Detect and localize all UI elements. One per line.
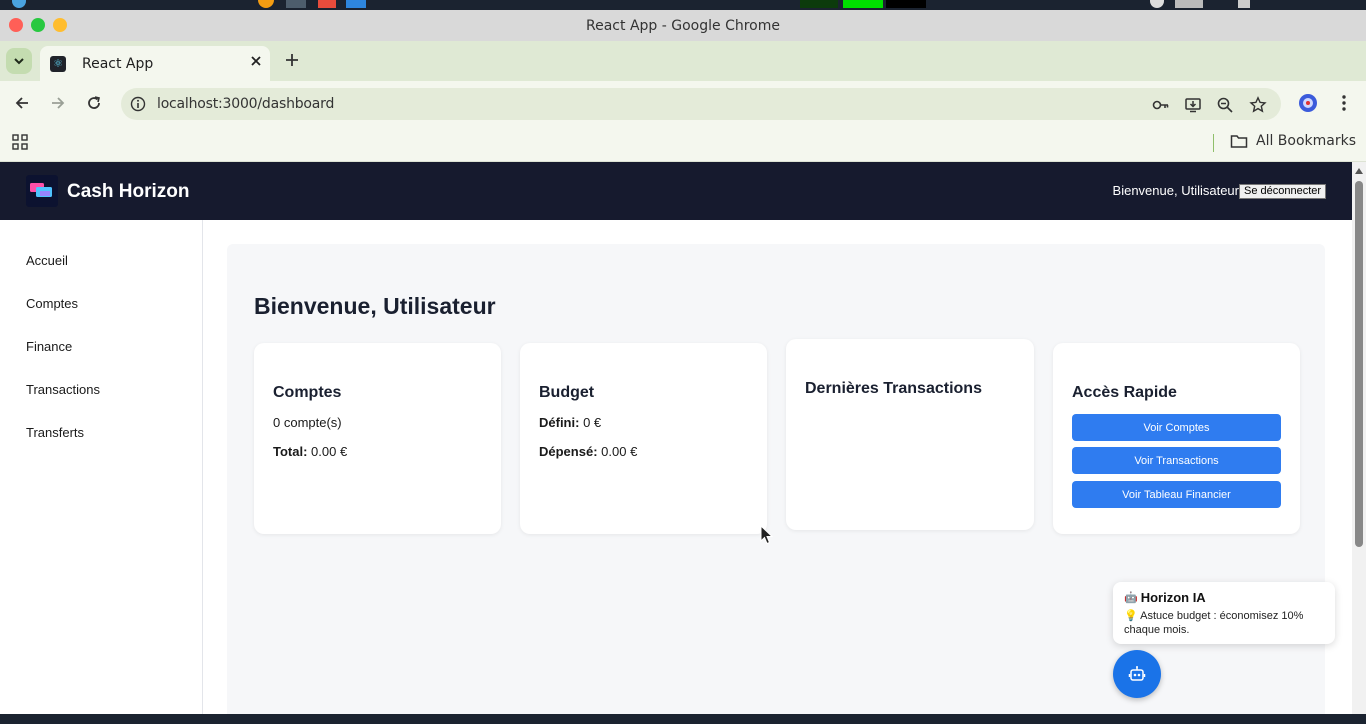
budget-spent: Dépensé: 0.00 €: [539, 444, 637, 459]
tab-react-app[interactable]: ⚛ React App: [40, 46, 270, 81]
sidebar: Accueil Comptes Finance Transactions Tra…: [0, 220, 203, 714]
scroll-up-arrow-icon[interactable]: [1355, 168, 1363, 174]
budget-defined: Défini: 0 €: [539, 415, 601, 430]
sidebar-item-comptes[interactable]: Comptes: [26, 296, 78, 311]
all-bookmarks-label: All Bookmarks: [1256, 133, 1357, 149]
zoom-icon[interactable]: [1216, 96, 1234, 114]
accounts-total-value: 0.00 €: [311, 444, 348, 459]
accounts-card-title: Comptes: [273, 384, 342, 401]
budget-card: Budget Défini: 0 € Dépensé: 0.00 €: [520, 343, 767, 534]
sidebar-item-transactions[interactable]: Transactions: [26, 382, 100, 397]
reload-icon: [88, 96, 100, 109]
os-top-panel: [0, 0, 1366, 10]
assistant-title-text: Horizon IA: [1140, 590, 1206, 605]
os-vscode-icon[interactable]: [346, 0, 366, 8]
window-title: React App - Google Chrome: [586, 18, 780, 34]
os-firefox-icon[interactable]: [258, 0, 274, 8]
budget-defined-value: 0 €: [583, 415, 602, 430]
battery-icon[interactable]: [1238, 0, 1250, 8]
quick-access-card: Accès Rapide Voir Comptes Voir Transacti…: [1053, 343, 1300, 534]
quick-access-title: Accès Rapide: [1072, 384, 1177, 401]
recent-transactions-card: Dernières Transactions: [786, 339, 1034, 530]
site-info-icon[interactable]: [130, 96, 146, 112]
page-scrollbar[interactable]: [1352, 162, 1366, 714]
view-accounts-button[interactable]: Voir Comptes: [1072, 414, 1281, 441]
budget-spent-label: Dépensé:: [539, 444, 598, 459]
all-bookmarks-button[interactable]: All Bookmarks: [1230, 133, 1356, 149]
assistant-title: 🤖 Horizon IA: [1124, 590, 1206, 605]
cash-horizon-logo[interactable]: [26, 175, 58, 207]
mem-graph-icon: [843, 0, 883, 8]
chevron-down-icon: [14, 58, 24, 65]
browser-toolbar: localhost:3000/dashboard: [0, 81, 1366, 126]
plus-icon: [286, 54, 298, 66]
view-financial-dashboard-button[interactable]: Voir Tableau Financier: [1072, 481, 1281, 508]
sidebar-item-accueil[interactable]: Accueil: [26, 253, 68, 268]
scrollbar-thumb[interactable]: [1355, 181, 1363, 547]
assistant-tip: 💡 Astuce budget : économisez 10% chaque …: [1124, 610, 1304, 636]
tab-strip: ⚛ React App: [0, 41, 1366, 81]
sidebar-item-finance[interactable]: Finance: [26, 339, 72, 354]
profile-avatar-icon[interactable]: [1298, 93, 1318, 113]
os-app-icon[interactable]: [318, 0, 336, 8]
folder-icon: [1230, 135, 1248, 148]
os-taskbar: [0, 714, 1366, 724]
url-text[interactable]: localhost:3000/dashboard: [157, 96, 334, 112]
assistant-chat-button[interactable]: [1113, 650, 1161, 698]
tab-search-button[interactable]: [6, 48, 32, 74]
dashboard-panel: Bienvenue, Utilisateur Comptes 0 compte(…: [227, 244, 1325, 724]
accounts-card: Comptes 0 compte(s) Total: 0.00 €: [254, 343, 501, 534]
sidebar-item-transferts[interactable]: Transferts: [26, 425, 84, 440]
budget-spent-value: 0.00 €: [601, 444, 638, 459]
cpu-graph-icon: [800, 0, 838, 8]
window-titlebar: React App - Google Chrome: [0, 10, 1366, 41]
robot-icon: [1128, 666, 1146, 681]
forward-button[interactable]: [47, 92, 69, 114]
budget-defined-label: Défini:: [539, 415, 580, 430]
apps-grid-icon[interactable]: [12, 134, 28, 150]
install-app-icon[interactable]: [1184, 96, 1202, 114]
reload-button[interactable]: [83, 92, 105, 114]
arrow-left-icon: [15, 97, 28, 109]
mouse-cursor-icon: [760, 525, 774, 545]
accounts-total: Total: 0.00 €: [273, 444, 347, 459]
close-icon: [251, 56, 261, 66]
arrow-right-icon: [52, 97, 65, 109]
assistant-bubble: 🤖 Horizon IA 💡 Astuce budget : économise…: [1113, 582, 1335, 644]
os-launcher-icon[interactable]: [12, 0, 26, 8]
logo-icon: [30, 183, 52, 197]
bookmarks-divider: [1213, 134, 1214, 152]
os-files-icon[interactable]: [286, 0, 306, 8]
user-greeting: Bienvenue, Utilisateur: [1112, 183, 1239, 198]
accounts-total-label: Total:: [273, 444, 308, 459]
close-tab-button[interactable]: [250, 54, 262, 71]
net-graph-icon: [886, 0, 926, 8]
accounts-count: 0 compte(s): [273, 415, 342, 430]
logout-button[interactable]: Se déconnecter: [1239, 184, 1327, 199]
tab-title: React App: [82, 55, 154, 72]
new-tab-button[interactable]: [282, 50, 302, 73]
brand-name[interactable]: Cash Horizon: [67, 181, 189, 203]
budget-card-title: Budget: [539, 384, 595, 401]
address-bar[interactable]: localhost:3000/dashboard: [121, 88, 1281, 120]
kebab-menu-icon[interactable]: [1334, 93, 1354, 113]
tray-icon[interactable]: [1150, 0, 1164, 8]
recent-transactions-title: Dernières Transactions: [805, 380, 982, 397]
robot-icon: 🤖: [1124, 592, 1138, 604]
bookmarks-bar: All Bookmarks: [0, 126, 1366, 162]
back-button[interactable]: [11, 92, 33, 114]
page-title: Bienvenue, Utilisateur: [254, 293, 496, 319]
app-header: Cash Horizon Bienvenue, Utilisateur Se d…: [0, 162, 1352, 220]
view-transactions-button[interactable]: Voir Transactions: [1072, 447, 1281, 474]
bookmark-star-icon[interactable]: [1249, 96, 1267, 114]
key-icon[interactable]: [1152, 96, 1170, 114]
volume-icon[interactable]: [1175, 0, 1203, 8]
react-icon: ⚛: [50, 55, 66, 72]
